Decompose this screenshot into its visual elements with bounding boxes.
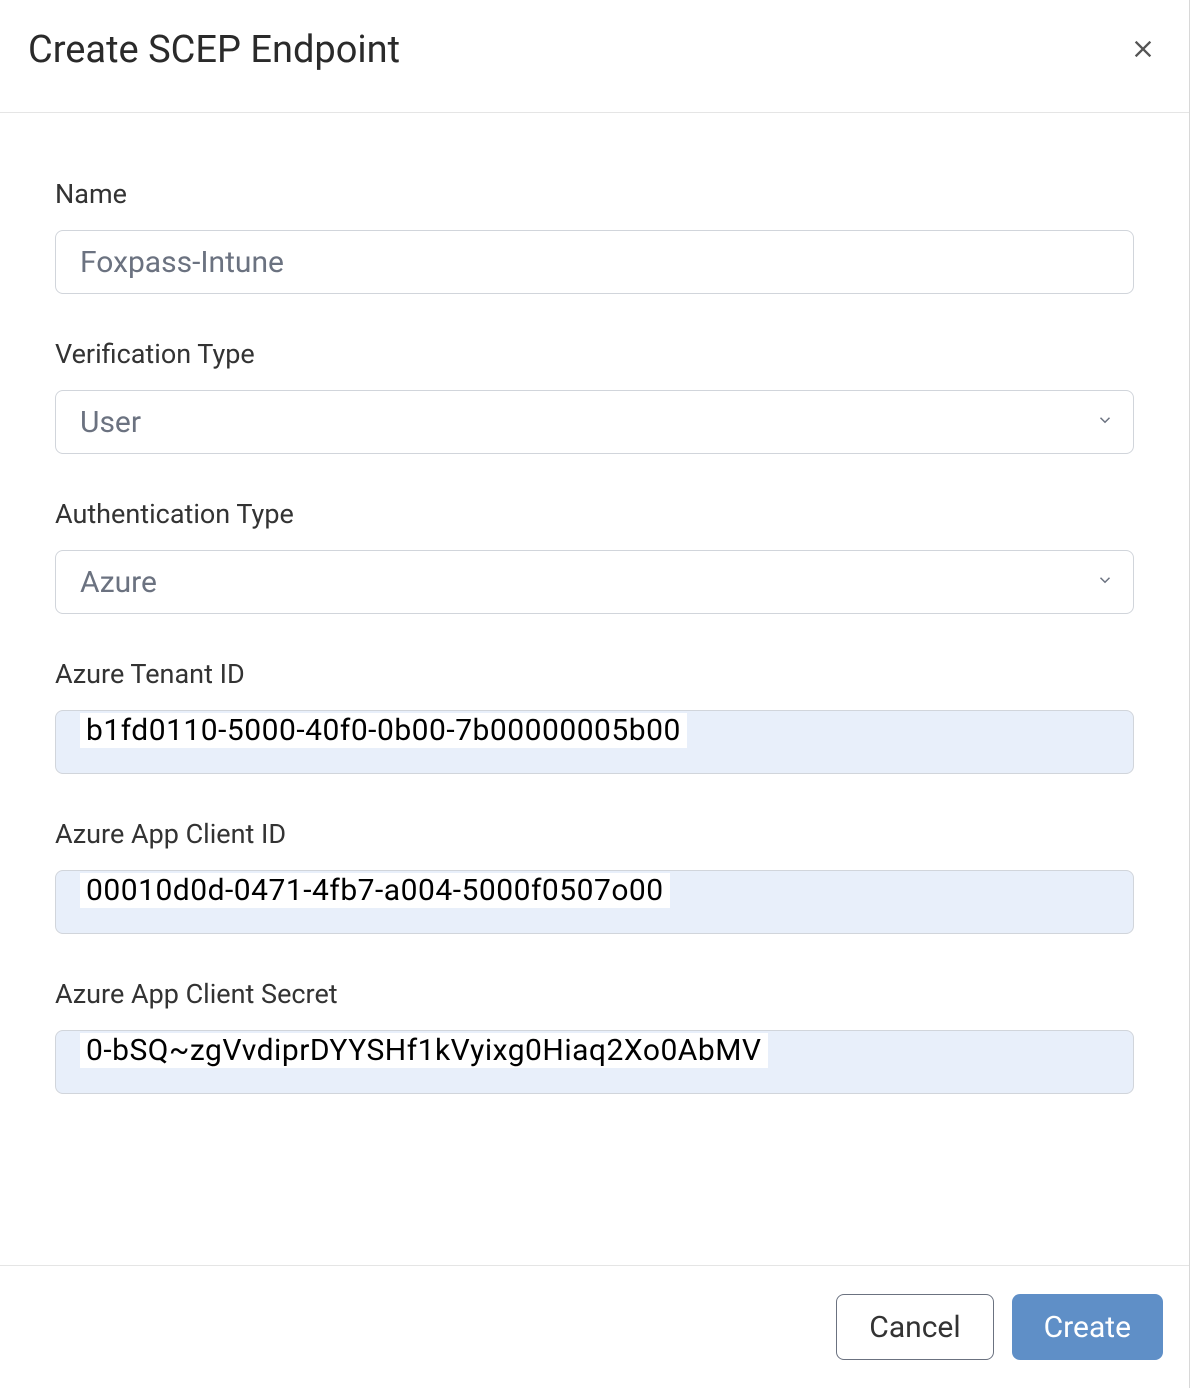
azure-app-client-id-input[interactable]: 00010d0d-0471-4fb7-a004-5000f0507o00 xyxy=(55,870,1134,934)
azure-app-client-secret-input[interactable]: 0-bSQ~zgVvdiprDYYSHf1kVyixg0Hiaq2Xo0AbMV xyxy=(55,1030,1134,1094)
authentication-type-select[interactable]: Azure xyxy=(55,550,1134,614)
close-icon xyxy=(1129,51,1157,66)
azure-app-client-id-label: Azure App Client ID xyxy=(55,818,1134,850)
name-field-group: Name xyxy=(55,178,1134,294)
modal-header: Create SCEP Endpoint xyxy=(0,0,1189,113)
redacted-value: b1fd0110-5000-40f0-0b00-7b00000005b00 xyxy=(80,713,687,748)
create-scep-endpoint-modal: Create SCEP Endpoint Name Verification T… xyxy=(0,0,1190,1388)
azure-app-client-secret-field-group: Azure App Client Secret 0-bSQ~zgVvdiprDY… xyxy=(55,978,1134,1094)
modal-title: Create SCEP Endpoint xyxy=(28,28,400,72)
azure-tenant-id-field-group: Azure Tenant ID b1fd0110-5000-40f0-0b00-… xyxy=(55,658,1134,774)
authentication-type-select-wrapper: Azure xyxy=(55,550,1134,614)
close-button[interactable] xyxy=(1125,31,1161,70)
redacted-value: 0-bSQ~zgVvdiprDYYSHf1kVyixg0Hiaq2Xo0AbMV xyxy=(80,1033,768,1068)
azure-app-client-id-field-group: Azure App Client ID 00010d0d-0471-4fb7-a… xyxy=(55,818,1134,934)
azure-tenant-id-input[interactable]: b1fd0110-5000-40f0-0b00-7b00000005b00 xyxy=(55,710,1134,774)
name-input[interactable] xyxy=(55,230,1134,294)
create-button[interactable]: Create xyxy=(1012,1294,1163,1360)
verification-type-label: Verification Type xyxy=(55,338,1134,370)
authentication-type-label: Authentication Type xyxy=(55,498,1134,530)
verification-type-select[interactable]: User xyxy=(55,390,1134,454)
modal-footer: Cancel Create xyxy=(0,1265,1189,1388)
cancel-button[interactable]: Cancel xyxy=(836,1294,993,1360)
modal-body: Name Verification Type User Authenticati… xyxy=(0,113,1189,1265)
authentication-type-field-group: Authentication Type Azure xyxy=(55,498,1134,614)
verification-type-select-wrapper: User xyxy=(55,390,1134,454)
azure-app-client-secret-label: Azure App Client Secret xyxy=(55,978,1134,1010)
verification-type-field-group: Verification Type User xyxy=(55,338,1134,454)
azure-tenant-id-label: Azure Tenant ID xyxy=(55,658,1134,690)
redacted-value: 00010d0d-0471-4fb7-a004-5000f0507o00 xyxy=(80,873,670,908)
name-label: Name xyxy=(55,178,1134,210)
